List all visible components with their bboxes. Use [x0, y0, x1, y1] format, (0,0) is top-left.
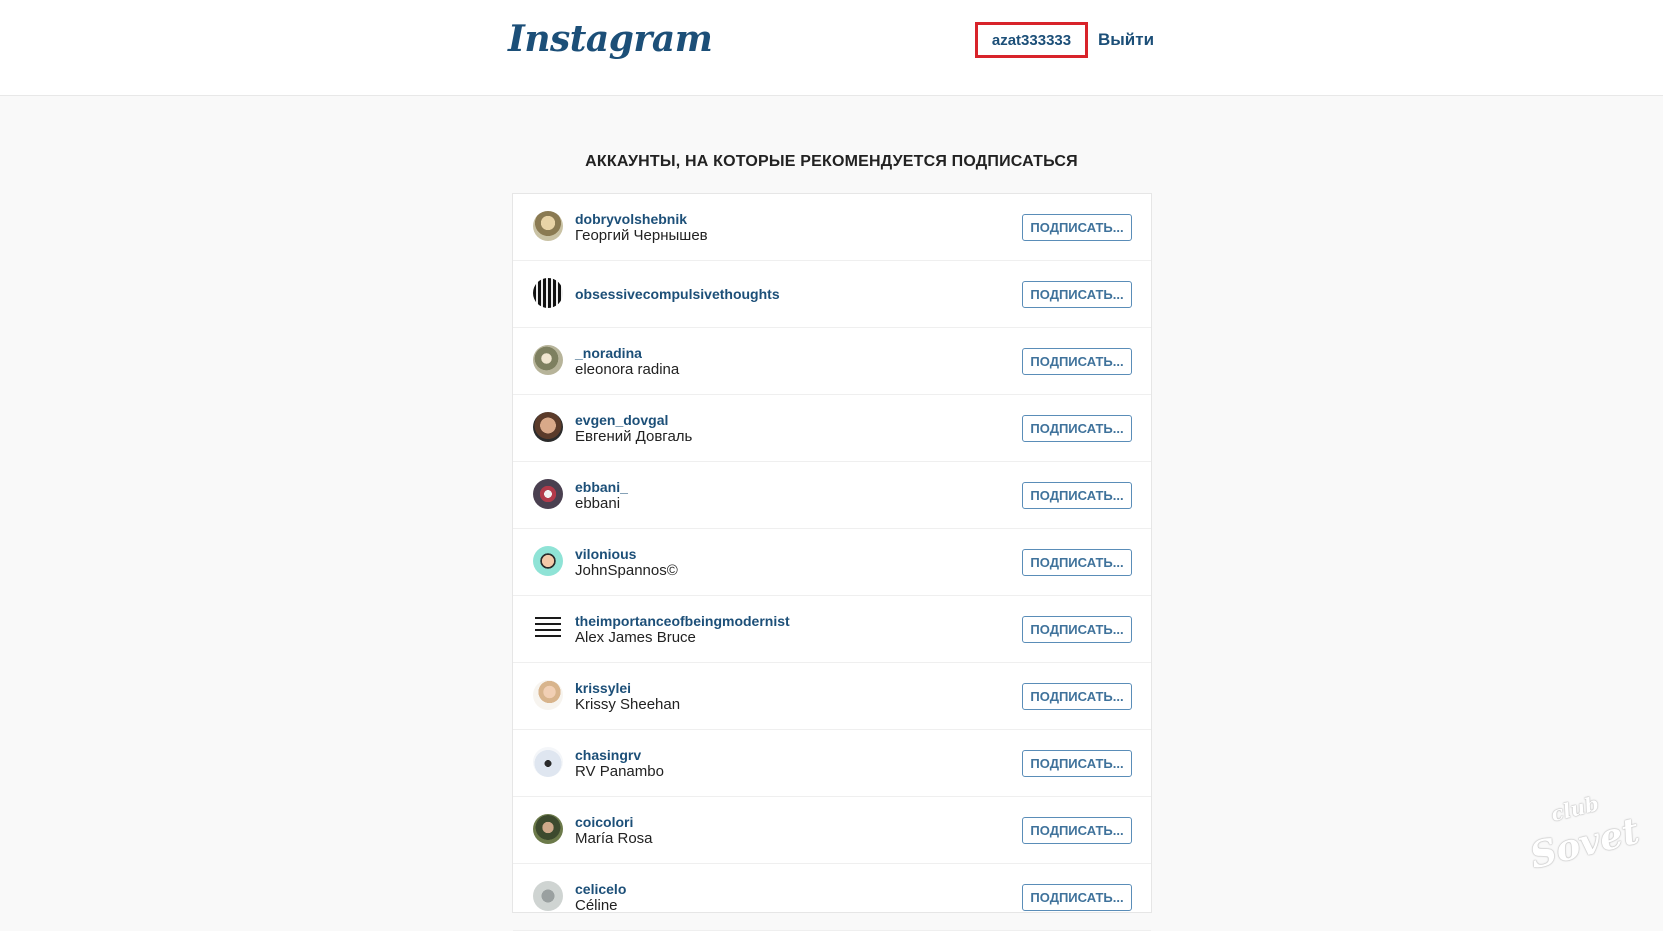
avatar[interactable]	[533, 881, 563, 911]
avatar[interactable]	[533, 546, 563, 576]
list-item: theimportanceofbeingmodernist Alex James…	[513, 596, 1151, 663]
avatar[interactable]	[533, 345, 563, 375]
list-item: coicolori María Rosa ПОДПИСАТЬ...	[513, 797, 1151, 864]
list-item: chasingrv RV Panambo ПОДПИСАТЬ...	[513, 730, 1151, 797]
follow-button[interactable]: ПОДПИСАТЬ...	[1022, 817, 1132, 844]
avatar[interactable]	[533, 479, 563, 509]
account-handle-link[interactable]: ebbani_	[575, 479, 628, 495]
follow-button[interactable]: ПОДПИСАТЬ...	[1022, 214, 1132, 241]
list-item: celicelo Céline ПОДПИСАТЬ...	[513, 864, 1151, 931]
account-handle-link[interactable]: evgen_dovgal	[575, 412, 692, 428]
account-full-name: Céline	[575, 896, 618, 914]
account-handle-link[interactable]: _noradina	[575, 345, 679, 361]
list-item: vilonious JohnSpannos© ПОДПИСАТЬ...	[513, 529, 1151, 596]
account-full-name: María Rosa	[575, 829, 653, 847]
avatar[interactable]	[533, 747, 563, 777]
follow-button[interactable]: ПОДПИСАТЬ...	[1022, 415, 1132, 442]
list-item: dobryvolshebnik Георгий Чернышев ПОДПИСА…	[513, 194, 1151, 261]
follow-button[interactable]: ПОДПИСАТЬ...	[1022, 549, 1132, 576]
instagram-logo[interactable]: Instagram	[508, 18, 713, 60]
list-item: _noradina eleonora radina ПОДПИСАТЬ...	[513, 328, 1151, 395]
avatar[interactable]	[533, 211, 563, 241]
account-handle-link[interactable]: coicolori	[575, 814, 653, 830]
follow-button[interactable]: ПОДПИСАТЬ...	[1022, 884, 1132, 911]
avatar[interactable]	[535, 615, 561, 641]
list-item: evgen_dovgal Евгений Довгаль ПОДПИСАТЬ..…	[513, 395, 1151, 462]
follow-button[interactable]: ПОДПИСАТЬ...	[1022, 348, 1132, 375]
username-link[interactable]: azat333333	[992, 32, 1071, 49]
list-item: krissylei Krissy Sheehan ПОДПИСАТЬ...	[513, 663, 1151, 730]
account-handle-link[interactable]: vilonious	[575, 546, 678, 562]
account-full-name: Alex James Bruce	[575, 628, 696, 646]
account-handle-link[interactable]: celicelo	[575, 881, 626, 897]
username-highlight-box[interactable]: azat333333	[975, 22, 1088, 58]
account-full-name: RV Panambo	[575, 762, 664, 780]
account-full-name: Георгий Чернышев	[575, 226, 708, 244]
follow-button[interactable]: ПОДПИСАТЬ...	[1022, 281, 1132, 308]
account-handle-link[interactable]: chasingrv	[575, 747, 664, 763]
account-handle-link[interactable]: dobryvolshebnik	[575, 211, 708, 227]
follow-button[interactable]: ПОДПИСАТЬ...	[1022, 750, 1132, 777]
sovet-watermark-logo: club Sovet	[1525, 791, 1644, 878]
avatar[interactable]	[533, 412, 563, 442]
suggested-accounts-list: dobryvolshebnik Георгий Чернышев ПОДПИСА…	[512, 193, 1152, 931]
follow-button[interactable]: ПОДПИСАТЬ...	[1022, 616, 1132, 643]
account-full-name: eleonora radina	[575, 360, 680, 378]
page-title: АККАУНТЫ, НА КОТОРЫЕ РЕКОМЕНДУЕТСЯ ПОДПИ…	[585, 153, 1078, 170]
account-full-name: Krissy Sheehan	[575, 695, 681, 713]
account-full-name: JohnSpannos©	[575, 561, 678, 579]
account-handle-link[interactable]: krissylei	[575, 680, 680, 696]
account-full-name: Евгений Довгаль	[575, 427, 693, 445]
account-full-name: ebbani	[575, 494, 621, 512]
avatar[interactable]	[533, 680, 563, 710]
follow-button[interactable]: ПОДПИСАТЬ...	[1022, 683, 1132, 710]
list-item: obsessivecompulsivethoughts ПОДПИСАТЬ...	[513, 261, 1151, 328]
avatar[interactable]	[533, 278, 563, 308]
account-handle-link[interactable]: theimportanceofbeingmodernist	[575, 613, 790, 629]
list-item: ebbani_ ebbani ПОДПИСАТЬ...	[513, 462, 1151, 529]
avatar[interactable]	[533, 814, 563, 844]
account-handle-link[interactable]: obsessivecompulsivethoughts	[575, 286, 780, 302]
logout-link[interactable]: Выйти	[1098, 30, 1154, 50]
follow-button[interactable]: ПОДПИСАТЬ...	[1022, 482, 1132, 509]
top-header: Instagram azat333333 Выйти	[0, 0, 1663, 96]
